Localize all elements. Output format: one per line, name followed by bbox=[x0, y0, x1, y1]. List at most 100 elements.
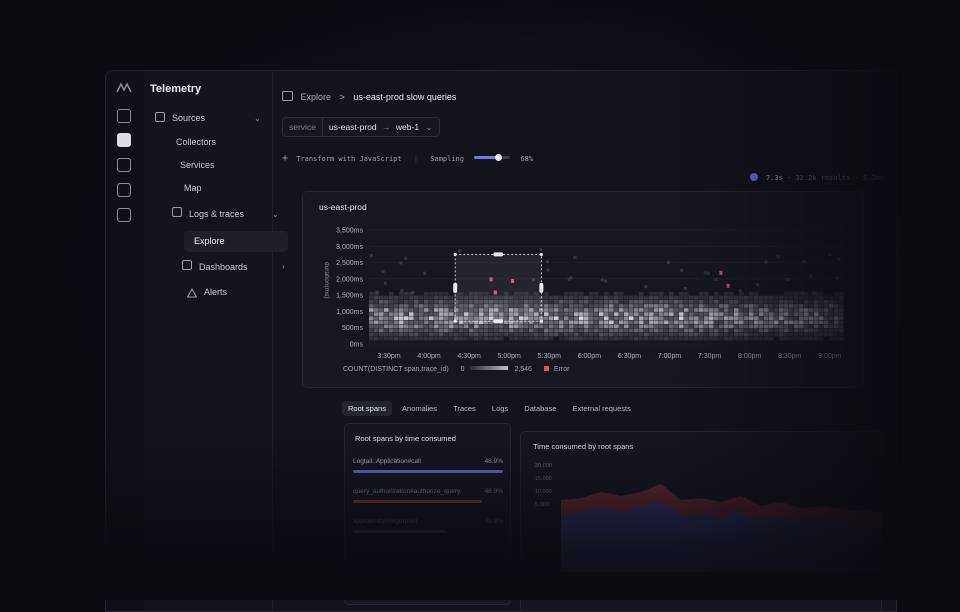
heatmap-cell bbox=[404, 295, 409, 300]
heatmap-cell bbox=[434, 320, 439, 325]
heatmap-cell bbox=[684, 320, 689, 325]
heatmap-cell bbox=[694, 300, 699, 304]
heatmap-chart[interactable]: 3,500ms 3,000ms 2,500ms 2,000ms 1,500ms 1,000… bbox=[303, 192, 863, 387]
list-rail-icon[interactable] bbox=[117, 208, 131, 222]
heatmap-cell bbox=[719, 308, 724, 312]
tab-root-spans[interactable]: Root spans bbox=[342, 401, 392, 416]
heatmap-cell bbox=[544, 291, 549, 296]
heatmap-cell bbox=[504, 328, 509, 333]
selection-edge-handle bbox=[493, 252, 504, 257]
tab-external-requests[interactable]: External requests bbox=[566, 401, 636, 416]
heatmap-selection[interactable] bbox=[453, 252, 544, 324]
sidebar-item-collectors[interactable]: Collectors bbox=[176, 137, 216, 147]
sidebar-item-map[interactable]: Map bbox=[184, 183, 202, 193]
dashboard-rail-icon[interactable] bbox=[117, 183, 131, 197]
heatmap-cell bbox=[814, 336, 819, 341]
heatmap-cell bbox=[734, 332, 739, 337]
heatmap-cell bbox=[369, 308, 374, 312]
heatmap-cell bbox=[579, 312, 584, 316]
heatmap-cell bbox=[554, 312, 559, 316]
heatmap-cell bbox=[399, 316, 404, 320]
heatmap-cell bbox=[709, 320, 714, 325]
heatmap-cell bbox=[674, 332, 679, 337]
filter-value[interactable]: us-east-prod → web-1 ⌄ bbox=[323, 122, 439, 133]
heatmap-cell bbox=[389, 320, 394, 325]
root-span-percent: 48.9% bbox=[484, 488, 503, 495]
new-query-icon[interactable] bbox=[117, 109, 131, 123]
heatmap-cell bbox=[379, 328, 384, 333]
heatmap-cell bbox=[594, 328, 599, 333]
sampling-slider-handle[interactable] bbox=[495, 153, 503, 161]
heatmap-cell bbox=[379, 320, 384, 325]
heatmap-cell bbox=[439, 324, 444, 329]
heatmap-cell bbox=[614, 295, 619, 300]
heatmap-cell bbox=[824, 304, 829, 308]
sidebar-item-explore[interactable]: Explore bbox=[194, 236, 225, 246]
heatmap-cell bbox=[679, 295, 684, 300]
alert-rail-icon[interactable] bbox=[117, 158, 131, 172]
heatmap-cell bbox=[454, 336, 459, 341]
heatmap-cell bbox=[744, 308, 749, 312]
heatmap-cell bbox=[824, 300, 829, 304]
sidebar-item-logs-traces[interactable]: Logs & traces bbox=[189, 209, 244, 219]
legend-min: 0 bbox=[460, 366, 465, 373]
heatmap-cell bbox=[659, 324, 664, 329]
root-span-row[interactable]: query_authorization#authorize_query 48.9% bbox=[353, 488, 503, 512]
heatmap-cell bbox=[654, 324, 659, 329]
breadcrumb-parent[interactable]: Explore bbox=[301, 92, 332, 102]
heatmap-cell bbox=[749, 300, 754, 304]
heatmap-cell bbox=[774, 320, 779, 325]
heatmap-cell bbox=[794, 300, 799, 304]
time-consumed-area-chart[interactable] bbox=[561, 462, 881, 572]
sidebar-item-alerts[interactable]: Alerts bbox=[204, 287, 227, 297]
heatmap-cell bbox=[549, 320, 554, 325]
heatmap-cell bbox=[519, 336, 524, 341]
heatmap-cell bbox=[794, 312, 799, 316]
heatmap-cell bbox=[784, 291, 789, 296]
heatmap-cell bbox=[709, 295, 714, 300]
root-span-row[interactable]: appIdentity#fingerprint 48.9% bbox=[353, 518, 503, 542]
heatmap-cell bbox=[784, 328, 789, 333]
heatmap-cell bbox=[584, 300, 589, 304]
tab-traces[interactable]: Traces bbox=[447, 401, 482, 416]
heatmap-cell bbox=[624, 324, 629, 329]
heatmap-cell bbox=[474, 328, 479, 333]
sidebar-item-services[interactable]: Services bbox=[180, 160, 215, 170]
explore-icon[interactable] bbox=[117, 133, 131, 147]
heatmap-cell bbox=[634, 336, 639, 341]
tab-database[interactable]: Database bbox=[518, 401, 562, 416]
sidebar-item-sources[interactable]: Sources bbox=[172, 113, 205, 123]
heatmap-cells bbox=[369, 248, 844, 341]
heatmap-cell bbox=[669, 336, 674, 341]
heatmap-panel: us-east-prod 3,500ms 3,000ms 2,500ms 2,000m… bbox=[302, 191, 864, 388]
heatmap-cell bbox=[414, 324, 419, 329]
sidebar-item-dashboards[interactable]: Dashboards bbox=[199, 262, 248, 272]
heatmap-cell bbox=[454, 332, 459, 337]
heatmap-cell bbox=[419, 320, 424, 325]
sampling-slider[interactable] bbox=[474, 153, 511, 161]
heatmap-cell bbox=[699, 295, 704, 300]
tab-logs[interactable]: Logs bbox=[486, 401, 514, 416]
heatmap-cell bbox=[809, 308, 814, 312]
heatmap-cell bbox=[706, 271, 710, 275]
heatmap-cell bbox=[834, 328, 839, 333]
heatmap-cell bbox=[759, 332, 764, 337]
heatmap-cell bbox=[464, 324, 469, 329]
transform-button[interactable]: Transform with JavaScript bbox=[296, 155, 401, 163]
heatmap-cell bbox=[369, 324, 374, 329]
heatmap-cell bbox=[544, 295, 549, 300]
service-filter[interactable]: service us-east-prod → web-1 ⌄ bbox=[282, 117, 440, 137]
heatmap-x-ticks: 3:30pm 4:00pm 4:30pm 5:00pm 5:30pm 6:00pm 6:30… bbox=[377, 353, 841, 360]
chevron-down-icon[interactable]: ⌄ bbox=[254, 114, 261, 123]
root-span-row[interactable]: Logtail::Application#call 48.9% bbox=[353, 458, 503, 482]
heatmap-cell bbox=[694, 324, 699, 329]
heatmap-cell bbox=[739, 308, 744, 312]
root-span-name: query_authorization#authorize_query bbox=[353, 488, 461, 495]
stats-time: 7.3s bbox=[765, 174, 783, 182]
tab-anomalies[interactable]: Anomalies bbox=[396, 401, 443, 416]
heatmap-cell bbox=[739, 328, 744, 333]
heatmap-cell bbox=[409, 295, 414, 300]
heatmap-x-tick: 3:30pm bbox=[377, 353, 401, 360]
heatmap-cell bbox=[574, 336, 579, 341]
heatmap-cell bbox=[744, 295, 749, 300]
